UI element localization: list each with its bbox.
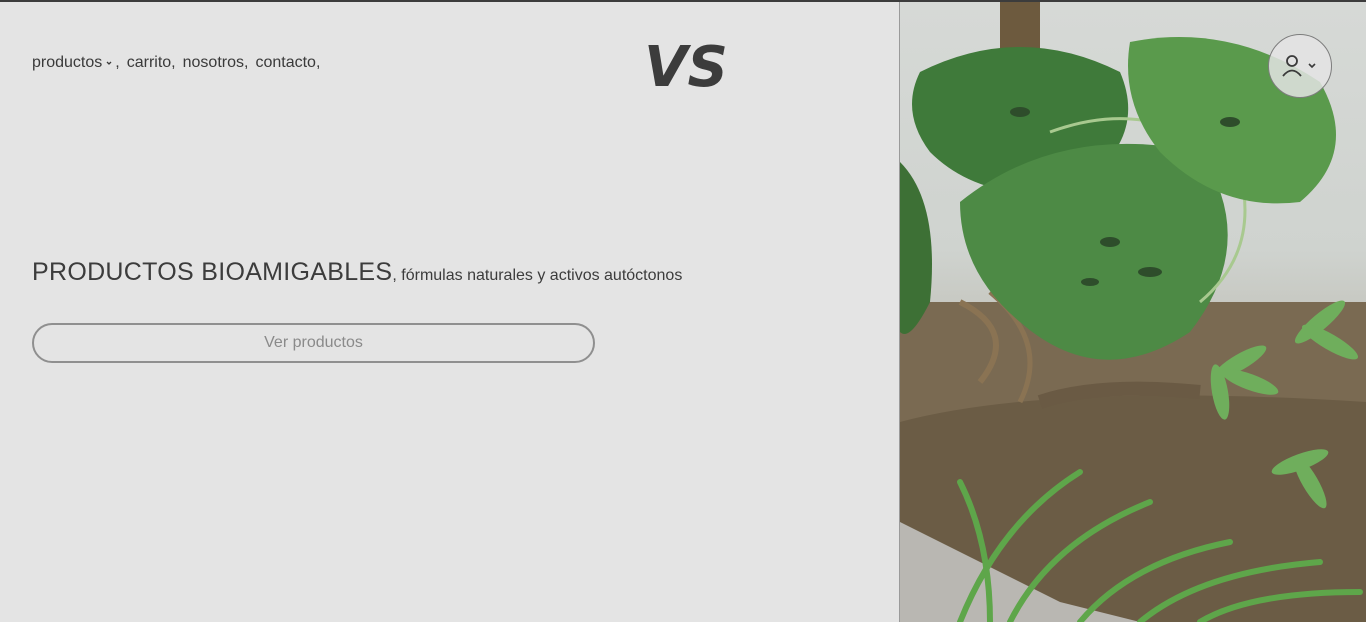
nav-item-nosotros[interactable]: nosotros [183, 54, 244, 72]
left-panel [0, 2, 899, 622]
nav-item-carrito[interactable]: carrito [127, 54, 171, 72]
nav-separator: , [115, 54, 120, 71]
nav-separator: , [244, 54, 249, 71]
brand-logo[interactable]: VS [640, 32, 732, 96]
main-nav: productos , carrito , nosotros , contact… [32, 54, 327, 72]
user-icon [1282, 55, 1316, 77]
nav-separator: , [171, 54, 176, 71]
chevron-down-icon [106, 61, 112, 65]
chevron-down-icon [1308, 63, 1316, 69]
nav-item-productos[interactable]: productos [32, 54, 115, 72]
hero-title-main: PRODUCTOS BIOAMIGABLES [32, 258, 393, 286]
svg-text:VS: VS [644, 35, 728, 96]
nav-item-contacto[interactable]: contacto [255, 54, 315, 72]
nav-separator: , [315, 54, 321, 71]
hero-title-sub: , fórmulas naturales y activos autóctono… [392, 267, 683, 284]
hero-headline: PRODUCTOS BIOAMIGABLES, fórmulas natural… [32, 258, 682, 287]
view-products-button[interactable]: Ver productos [32, 323, 595, 363]
user-menu-button[interactable] [1268, 34, 1332, 98]
